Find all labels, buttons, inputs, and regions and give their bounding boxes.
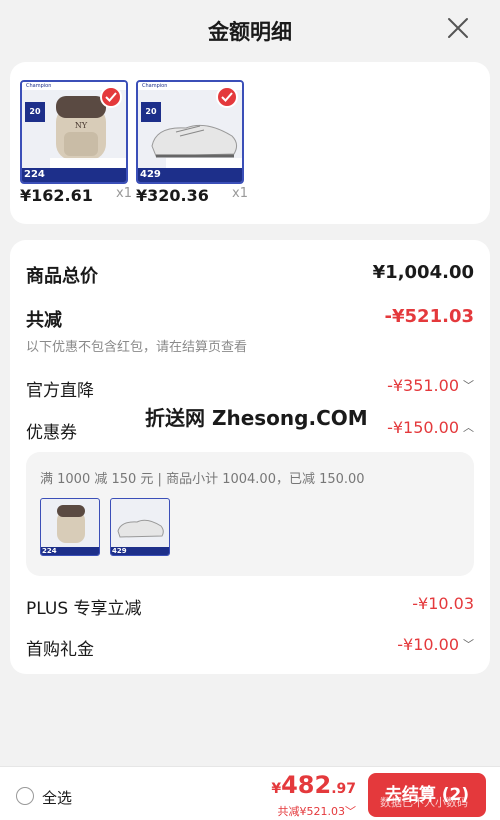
coupon-product-thumb: 429: [110, 498, 170, 556]
line-value: -¥150.00: [387, 418, 459, 437]
product-qty: x1: [116, 186, 132, 201]
plus-discount-row: PLUS 专享立减 -¥10.03: [26, 594, 474, 622]
amount-details-card: 商品总价 ¥1,004.00 共减 -¥521.03 以下优惠不包含红包，请在结…: [10, 240, 490, 674]
chevron-up-icon[interactable]: ︿: [463, 419, 474, 435]
discount-value: -¥521.03: [384, 306, 474, 327]
product-image-backpack: Champion 20 NY 224: [20, 80, 128, 184]
line-value: -¥10.00: [397, 635, 459, 654]
select-all-radio[interactable]: [16, 787, 34, 805]
discount-row: 共减 -¥521.03: [26, 306, 474, 334]
watermark: 折送网 Zhesong.COM: [145, 406, 368, 430]
product-item[interactable]: Champion 20 NY 224 ¥162.61 x1: [20, 80, 132, 205]
header: 金额明细: [0, 0, 500, 58]
line-label: 优惠券: [26, 423, 77, 443]
chevron-down-icon[interactable]: ﹀: [463, 377, 474, 393]
coupon-detail-box: 满 1000 减 150 元 | 商品小计 1004.00，已减 150.00 …: [26, 452, 474, 576]
line-label: 官方直降: [26, 381, 94, 401]
brand-label: Champion: [26, 83, 52, 89]
total-label: 商品总价: [26, 266, 98, 287]
first-purchase-row[interactable]: 首购礼金 -¥10.00 ﹀: [26, 635, 474, 663]
coupon-product-thumb: 224: [40, 498, 100, 556]
product-item[interactable]: Champion 20 429 ¥320.36 x1: [136, 80, 248, 205]
chevron-down-icon[interactable]: ﹀: [463, 636, 474, 652]
official-discount-row[interactable]: 官方直降 -¥351.00 ﹀: [26, 376, 474, 404]
product-price: ¥162.61: [20, 186, 93, 205]
select-all-label[interactable]: 全选: [42, 787, 72, 808]
line-label: 首购礼金: [26, 640, 94, 660]
products-card: Champion 20 NY 224 ¥162.61 x1 Champion 2…: [10, 62, 490, 224]
product-qty: x1: [232, 186, 248, 201]
saved-amount[interactable]: 共减¥521.03﹀: [278, 803, 357, 819]
product-price: ¥320.36: [136, 186, 209, 205]
total-amount: ¥482.97: [271, 771, 356, 799]
page-title: 金额明细: [208, 20, 292, 44]
discount-note: 以下优惠不包含红包，请在结算页查看: [26, 340, 248, 355]
coupon-detail-text: 满 1000 减 150 元 | 商品小计 1004.00，已减 150.00: [40, 472, 365, 487]
size-tag: 20: [25, 102, 45, 122]
brand-label: Champion: [142, 83, 168, 89]
line-value: -¥10.03: [412, 594, 474, 613]
svg-text:NY: NY: [75, 121, 88, 130]
line-label: PLUS 专享立减: [26, 599, 142, 619]
overlay-watermark: 数据已不入小数码: [380, 796, 468, 809]
product-image-sneaker: Champion 20 429: [136, 80, 244, 184]
checkout-bar: 全选 ¥482.97 共减¥521.03﹀ 去结算 (2): [0, 766, 500, 820]
selected-check-icon[interactable]: [216, 86, 238, 108]
close-icon[interactable]: [446, 16, 470, 40]
discount-label: 共减: [26, 310, 62, 331]
total-row: 商品总价 ¥1,004.00: [26, 262, 474, 290]
selected-check-icon[interactable]: [100, 86, 122, 108]
line-value: -¥351.00: [387, 376, 459, 395]
total-value: ¥1,004.00: [372, 262, 474, 283]
